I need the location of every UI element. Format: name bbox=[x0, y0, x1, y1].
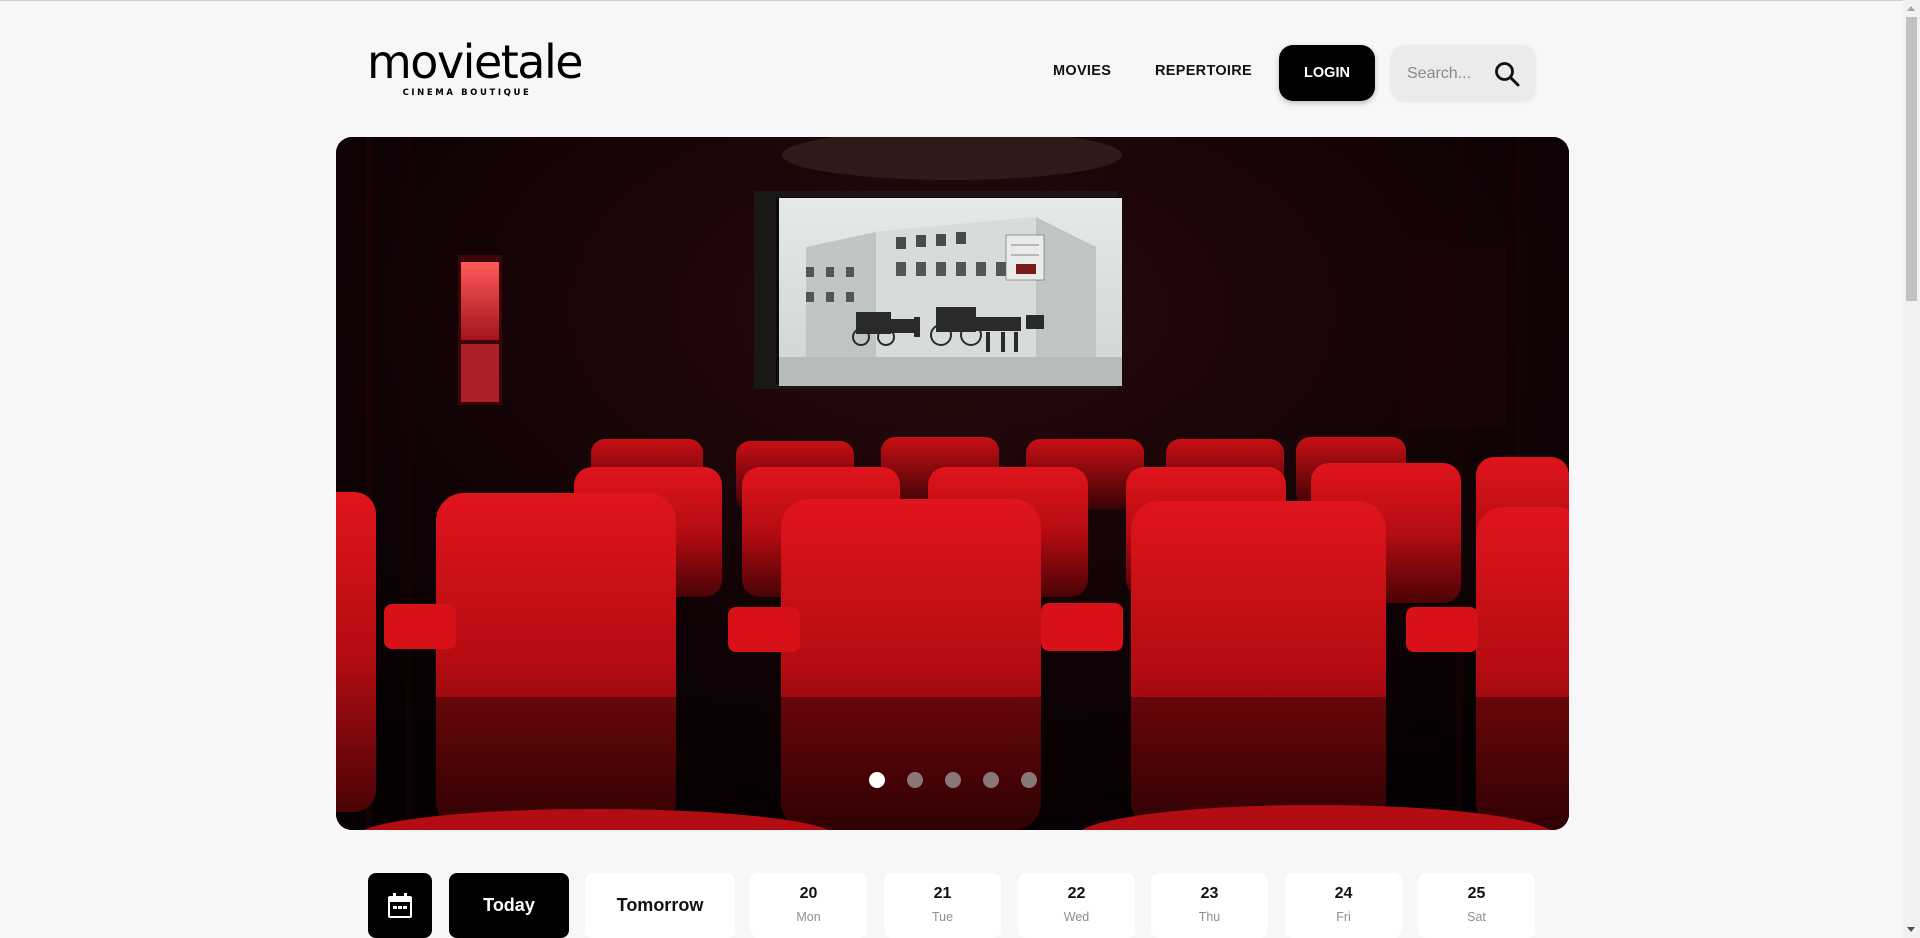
logo-wordmark: movietale bbox=[367, 35, 584, 89]
scroll-up-arrow-icon[interactable] bbox=[1907, 6, 1915, 11]
carousel-dot-3[interactable] bbox=[944, 772, 961, 788]
tomorrow-button[interactable]: Tomorrow bbox=[585, 873, 735, 938]
carousel-dot-2[interactable] bbox=[906, 772, 923, 788]
day-button-24[interactable]: 24 Fri bbox=[1285, 873, 1402, 938]
today-button[interactable]: Today bbox=[449, 873, 569, 938]
nav-movies-link[interactable]: MOVIES bbox=[1053, 63, 1111, 79]
day-number: 23 bbox=[1200, 885, 1219, 902]
scrollbar-thumb[interactable] bbox=[1906, 17, 1917, 301]
day-number: 22 bbox=[1067, 885, 1086, 902]
top-border bbox=[0, 0, 1920, 1]
calendar-button[interactable] bbox=[368, 873, 432, 938]
day-number: 24 bbox=[1334, 885, 1353, 902]
logo-tagline: CINEMA BOUTIQUE bbox=[402, 88, 532, 98]
hero-carousel[interactable] bbox=[336, 137, 1569, 830]
day-button-20[interactable]: 20 Mon bbox=[750, 873, 867, 938]
page: movietale CINEMA BOUTIQUE MOVIES REPERTO… bbox=[0, 0, 1920, 938]
carousel-dot-1[interactable] bbox=[868, 772, 885, 788]
day-number: 21 bbox=[933, 885, 952, 902]
login-button[interactable]: LOGIN bbox=[1279, 45, 1375, 101]
day-button-22[interactable]: 22 Wed bbox=[1018, 873, 1135, 938]
day-name: Mon bbox=[796, 910, 821, 924]
page-scrollbar[interactable] bbox=[1903, 0, 1920, 938]
search-box bbox=[1391, 45, 1536, 101]
day-name: Sat bbox=[1467, 910, 1486, 924]
carousel-dot-5[interactable] bbox=[1020, 772, 1037, 788]
carousel-dot-4[interactable] bbox=[982, 772, 999, 788]
day-button-25[interactable]: 25 Sat bbox=[1418, 873, 1535, 938]
day-name: Wed bbox=[1063, 910, 1090, 924]
calendar-icon bbox=[388, 892, 412, 918]
day-name: Thu bbox=[1198, 910, 1221, 924]
search-input[interactable] bbox=[1405, 61, 1499, 87]
day-number: 20 bbox=[799, 885, 818, 902]
hero-image bbox=[336, 137, 1569, 830]
day-name: Tue bbox=[931, 910, 954, 924]
nav-repertoire-link[interactable]: REPERTOIRE bbox=[1155, 63, 1252, 79]
carousel-dots bbox=[336, 772, 1569, 788]
logo[interactable]: movietale CINEMA BOUTIQUE bbox=[367, 35, 584, 104]
date-selector: Today Tomorrow 20 Mon 21 Tue 22 Wed 23 T… bbox=[0, 873, 1920, 938]
scroll-down-arrow-icon[interactable] bbox=[1907, 927, 1915, 932]
day-number: 25 bbox=[1467, 885, 1486, 902]
day-button-21[interactable]: 21 Tue bbox=[884, 873, 1001, 938]
day-button-23[interactable]: 23 Thu bbox=[1151, 873, 1268, 938]
search-icon[interactable] bbox=[1493, 60, 1521, 88]
day-name: Fri bbox=[1336, 910, 1351, 924]
